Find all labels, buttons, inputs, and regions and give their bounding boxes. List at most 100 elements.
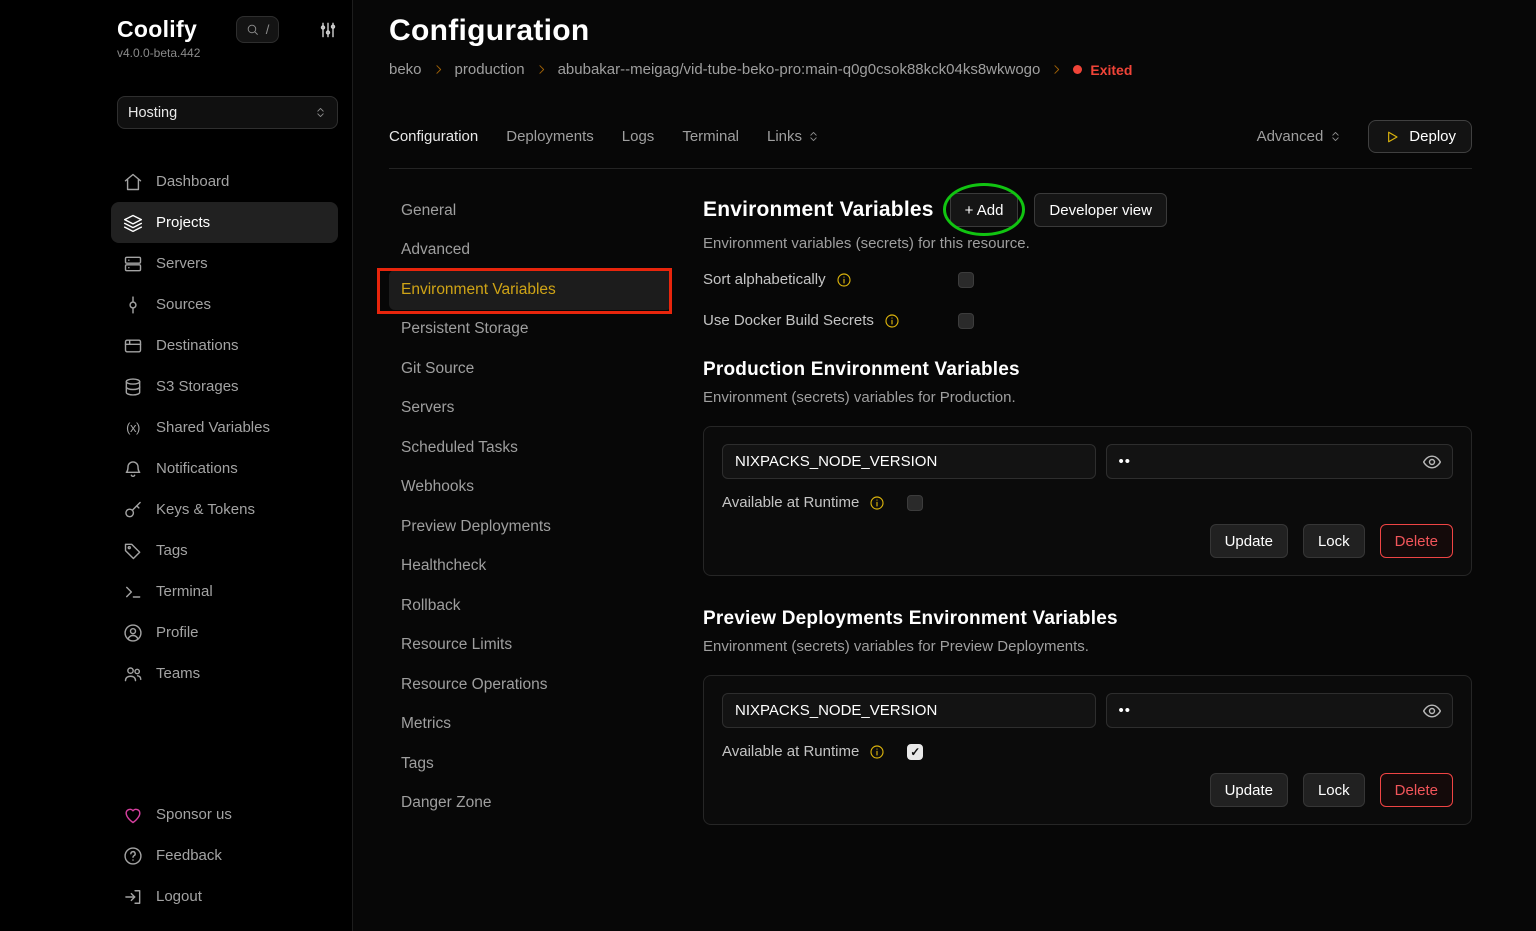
breadcrumb-item-team[interactable]: beko [389,61,422,78]
sort-alphabetically-row: Sort alphabetically [703,271,1472,288]
delete-button[interactable]: Delete [1380,773,1453,807]
sidebar-item-destinations[interactable]: Destinations [111,325,338,366]
sidebar-item-dashboard[interactable]: Dashboard [111,161,338,202]
sort-alphabetically-label: Sort alphabetically [703,271,826,288]
status-text: Exited [1090,62,1132,78]
info-icon [836,272,852,288]
variable-value-input[interactable] [1106,444,1454,479]
deploy-button-label: Deploy [1409,128,1456,145]
subnav-item-scheduled-tasks[interactable]: Scheduled Tasks [389,428,672,468]
sidebar-item-shared-variables[interactable]: (x) Shared Variables [111,407,338,448]
info-icon [869,744,885,760]
tab-logs[interactable]: Logs [622,128,655,145]
sidebar-header: Coolify / [117,16,338,43]
team-select[interactable]: Hosting [117,96,338,129]
header-divider [389,168,1472,169]
sidebar-item-profile[interactable]: Profile [111,612,338,653]
subnav-item-servers[interactable]: Servers [389,389,672,429]
lock-button[interactable]: Lock [1303,773,1365,807]
info-icon [884,313,900,329]
sidebar-item-label: Notifications [156,460,238,477]
docker-build-secrets-checkbox[interactable] [958,313,974,329]
environment-variables-panel: Environment Variables + Add Developer vi… [703,191,1472,825]
variable-value-input[interactable] [1106,693,1454,728]
chevron-up-down-icon [314,106,327,119]
play-icon [1384,129,1400,145]
reveal-value-button[interactable] [1422,452,1442,472]
lock-button[interactable]: Lock [1303,524,1365,558]
subnav-item-danger-zone[interactable]: Danger Zone [389,784,672,824]
sidebar-item-label: Feedback [156,847,222,864]
tab-links[interactable]: Links [767,128,820,145]
filters-icon[interactable] [318,20,338,40]
sidebar-item-notifications[interactable]: Notifications [111,448,338,489]
subnav-item-rollback[interactable]: Rollback [389,586,672,626]
subnav-item-advanced[interactable]: Advanced [389,231,672,271]
status-dot-icon [1073,65,1082,74]
sidebar-item-label: Projects [156,214,210,231]
bell-icon [123,459,143,479]
sidebar-item-keys-tokens[interactable]: Keys & Tokens [111,489,338,530]
app-logo: Coolify [117,16,197,43]
tab-terminal[interactable]: Terminal [682,128,739,145]
sidebar-item-feedback[interactable]: Feedback [111,835,338,876]
sort-alphabetically-checkbox[interactable] [958,272,974,288]
sidebar-item-label: Sources [156,296,211,313]
home-icon [123,172,143,192]
variable-key-input[interactable] [722,693,1096,728]
sidebar-item-label: Shared Variables [156,419,270,436]
chevron-right-icon [432,63,445,76]
advanced-dropdown[interactable]: Advanced [1257,128,1343,145]
variable-icon: (x) [123,420,143,435]
reveal-value-button[interactable] [1422,701,1442,721]
search-shortcut-hint: / [266,22,270,37]
subnav-item-resource-limits[interactable]: Resource Limits [389,626,672,666]
subnav-item-resource-operations[interactable]: Resource Operations [389,665,672,705]
sidebar-item-label: Servers [156,255,208,272]
chevron-up-down-icon [1329,130,1342,143]
subnav-item-environment-variables[interactable]: Environment Variables [389,270,672,310]
sidebar-item-teams[interactable]: Teams [111,653,338,694]
add-variable-button[interactable]: + Add [950,193,1019,227]
available-at-runtime-checkbox[interactable] [907,495,923,511]
sidebar-item-s3-storages[interactable]: S3 Storages [111,366,338,407]
update-button[interactable]: Update [1210,524,1288,558]
sidebar-item-label: Tags [156,542,188,559]
tab-configuration[interactable]: Configuration [389,128,478,145]
subnav-item-healthcheck[interactable]: Healthcheck [389,547,672,587]
sidebar-item-logout[interactable]: Logout [111,876,338,917]
subnav-item-general[interactable]: General [389,191,672,231]
subnav-item-tags[interactable]: Tags [389,744,672,784]
tab-deployments[interactable]: Deployments [506,128,594,145]
breadcrumb-item-environment[interactable]: production [455,61,525,78]
container-icon [123,336,143,356]
subnav-item-preview-deployments[interactable]: Preview Deployments [389,507,672,547]
sidebar-item-sponsor-us[interactable]: Sponsor us [111,794,338,835]
sidebar-item-servers[interactable]: Servers [111,243,338,284]
developer-view-button[interactable]: Developer view [1034,193,1167,227]
key-icon [123,500,143,520]
eye-icon [1422,452,1442,472]
subnav-item-git-source[interactable]: Git Source [389,349,672,389]
sidebar-item-projects[interactable]: Projects [111,202,338,243]
available-at-runtime-checkbox[interactable] [907,744,923,760]
subnav-item-webhooks[interactable]: Webhooks [389,468,672,508]
delete-button[interactable]: Delete [1380,524,1453,558]
logout-icon [123,887,143,907]
search-input[interactable]: / [236,16,280,43]
app-window: Coolify / v4.0.0-beta.442 Hosting Dashbo… [0,0,1536,931]
sidebar-item-label: Profile [156,624,199,641]
variable-key-input[interactable] [722,444,1096,479]
sidebar-item-sources[interactable]: Sources [111,284,338,325]
users-icon [123,664,143,684]
sidebar-item-terminal[interactable]: Terminal [111,571,338,612]
team-select-value: Hosting [128,105,177,121]
terminal-icon [123,582,143,602]
section-subtitle: Environment variables (secrets) for this… [703,235,1472,252]
subnav-item-persistent-storage[interactable]: Persistent Storage [389,310,672,350]
sidebar-item-tags[interactable]: Tags [111,530,338,571]
subnav-item-metrics[interactable]: Metrics [389,705,672,745]
update-button[interactable]: Update [1210,773,1288,807]
deploy-button[interactable]: Deploy [1368,120,1472,153]
breadcrumb-item-resource[interactable]: abubakar--meigag/vid-tube-beko-pro:main-… [558,61,1041,78]
